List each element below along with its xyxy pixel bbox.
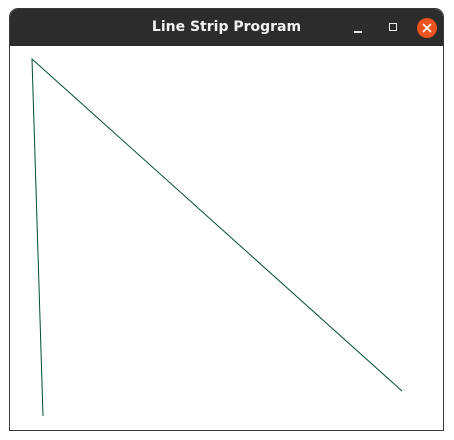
window-title: Line Strip Program <box>151 19 302 35</box>
application-window: Line Strip Program <box>9 8 444 431</box>
close-icon <box>417 18 437 38</box>
drawing-canvas[interactable] <box>10 46 443 430</box>
line-strip-drawing <box>31 57 403 417</box>
minimize-icon <box>354 31 362 33</box>
maximize-icon <box>389 23 397 31</box>
minimize-button[interactable] <box>348 18 368 38</box>
title-bar[interactable]: Line Strip Program <box>10 9 443 46</box>
maximize-button[interactable] <box>383 18 403 38</box>
line-strip <box>31 57 403 417</box>
close-button[interactable] <box>417 18 437 38</box>
